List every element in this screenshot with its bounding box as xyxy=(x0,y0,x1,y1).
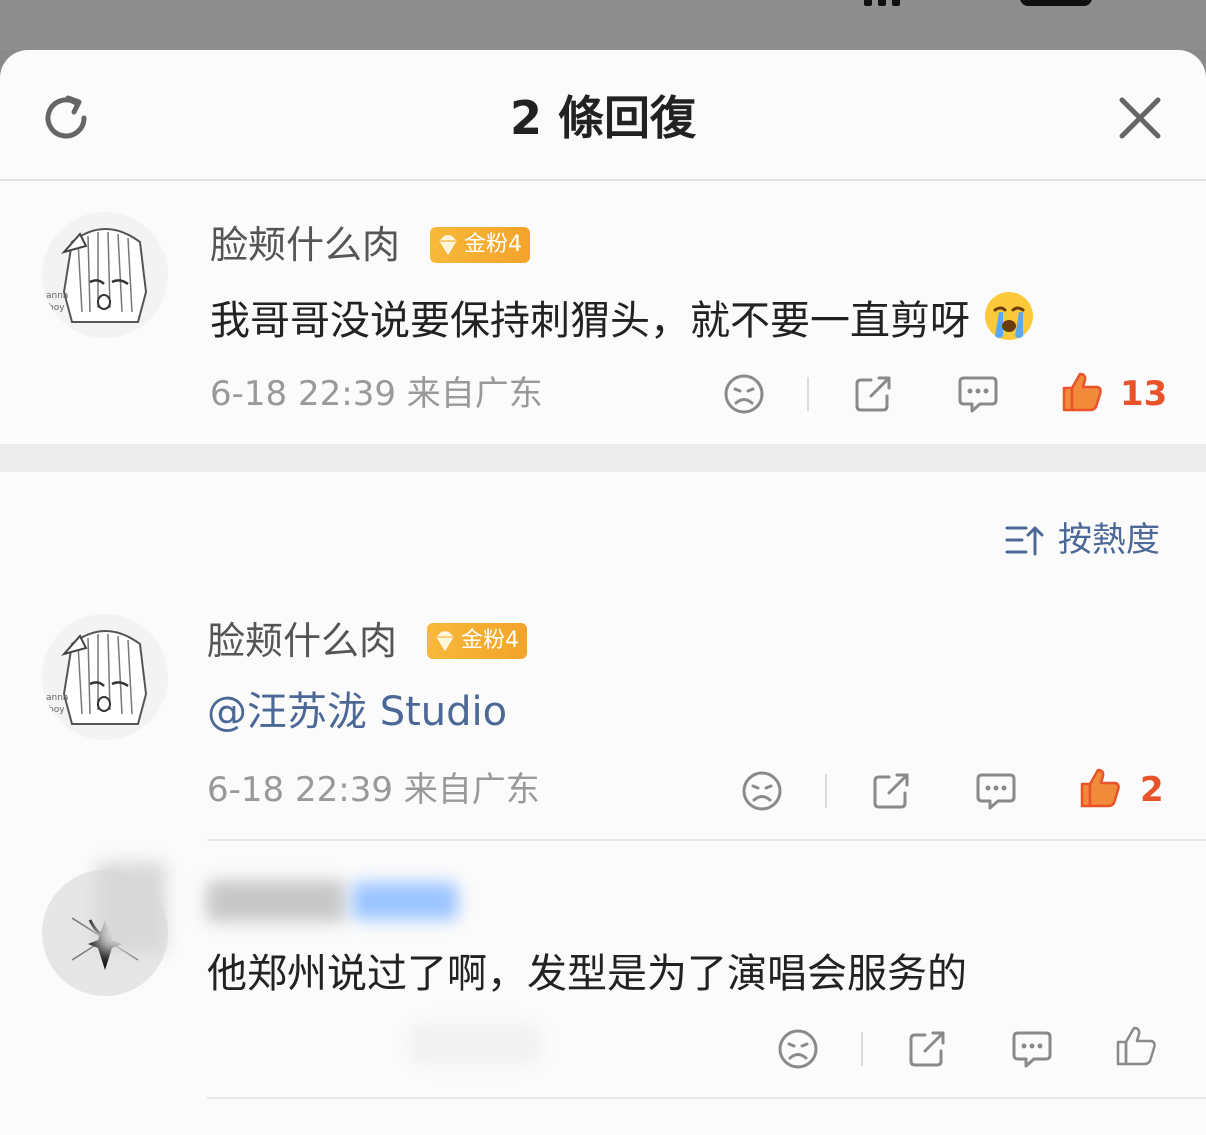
sheet-header: 2 條回復 xyxy=(0,50,1206,181)
share-icon[interactable] xyxy=(851,372,895,416)
divider xyxy=(861,1032,863,1066)
divider xyxy=(825,774,827,808)
like-thumb-icon[interactable] xyxy=(1114,1024,1158,1068)
crying-face-icon xyxy=(984,292,1033,340)
blurred-username xyxy=(206,880,346,922)
diamond-icon xyxy=(439,235,457,255)
status-time xyxy=(120,0,300,6)
svg-text:boy: boy xyxy=(48,303,65,313)
divider xyxy=(807,377,809,411)
badge-label: 金粉4 xyxy=(464,232,522,257)
reply-divider xyxy=(207,839,1206,841)
comment-time: 6-18 22:39 xyxy=(210,374,396,414)
reply-time: 6-18 22:39 xyxy=(207,770,393,810)
sort-icon xyxy=(1005,526,1044,556)
avatar[interactable]: anna boy xyxy=(42,614,168,740)
reply-divider xyxy=(207,1097,1206,1099)
like-count: 13 xyxy=(1120,374,1168,414)
signal-icon xyxy=(864,0,872,6)
badge-label: 金粉4 xyxy=(461,628,519,653)
signal-bar xyxy=(892,0,900,6)
comment-text-body: 我哥哥没说要保持刺猬头，就不要一直剪呀 xyxy=(210,298,970,344)
mention-link[interactable]: @汪苏泷 Studio xyxy=(207,684,507,740)
section-separator xyxy=(0,444,1206,472)
dislike-face-icon[interactable] xyxy=(740,769,784,813)
blurred-overlay xyxy=(96,862,166,952)
comment-bubble-icon[interactable] xyxy=(974,769,1018,813)
comment-text: 我哥哥没说要保持刺猬头，就不要一直剪呀 xyxy=(210,290,1035,349)
share-icon[interactable] xyxy=(869,769,913,813)
svg-text:boy: boy xyxy=(48,705,65,715)
share-icon[interactable] xyxy=(905,1027,949,1071)
signal-bar xyxy=(878,0,886,6)
comment-bubble-icon[interactable] xyxy=(1010,1027,1054,1071)
avatar-image: anna boy xyxy=(42,614,168,740)
fan-badge[interactable]: 金粉4 xyxy=(427,623,527,659)
sort-label: 按熱度 xyxy=(1058,520,1160,560)
diamond-icon xyxy=(436,631,454,651)
blurred-badge xyxy=(352,882,458,920)
dislike-face-icon[interactable] xyxy=(722,372,766,416)
reply-username[interactable]: 脸颊什么肉 xyxy=(207,616,397,666)
status-indicators xyxy=(860,0,1100,6)
svg-text:anna: anna xyxy=(46,693,68,703)
blurred-meta xyxy=(410,1024,540,1064)
avatar[interactable]: anna boy xyxy=(42,212,168,338)
avatar-image: anna boy xyxy=(42,212,168,338)
battery-icon xyxy=(1020,0,1092,6)
svg-text:anna: anna xyxy=(46,291,68,301)
comment-location: 来自广东 xyxy=(406,374,543,414)
reply-meta: 6-18 22:39 来自广东 xyxy=(207,768,540,812)
fan-badge[interactable]: 金粉4 xyxy=(430,227,530,263)
like-count: 2 xyxy=(1140,770,1164,810)
reply-text: 他郑州说过了啊，发型是为了演唱会服务的 xyxy=(207,951,967,997)
reply-location: 来自广东 xyxy=(403,770,540,810)
replies-sheet: 2 條回復 anna boy 脸颊什么肉 金粉4 我哥哥没说要保持刺猬头，就不要… xyxy=(0,50,1206,1135)
close-icon[interactable] xyxy=(1116,94,1164,142)
comment-meta: 6-18 22:39 来自广东 xyxy=(210,372,543,416)
status-bar xyxy=(0,0,1206,50)
like-thumb-icon[interactable] xyxy=(1060,370,1104,414)
comment-bubble-icon[interactable] xyxy=(956,372,1000,416)
comment-username[interactable]: 脸颊什么肉 xyxy=(210,220,400,270)
sort-button[interactable]: 按熱度 xyxy=(1004,518,1174,562)
page-title: 2 條回復 xyxy=(509,91,697,145)
dislike-face-icon[interactable] xyxy=(776,1027,820,1071)
like-thumb-icon[interactable] xyxy=(1078,766,1122,810)
